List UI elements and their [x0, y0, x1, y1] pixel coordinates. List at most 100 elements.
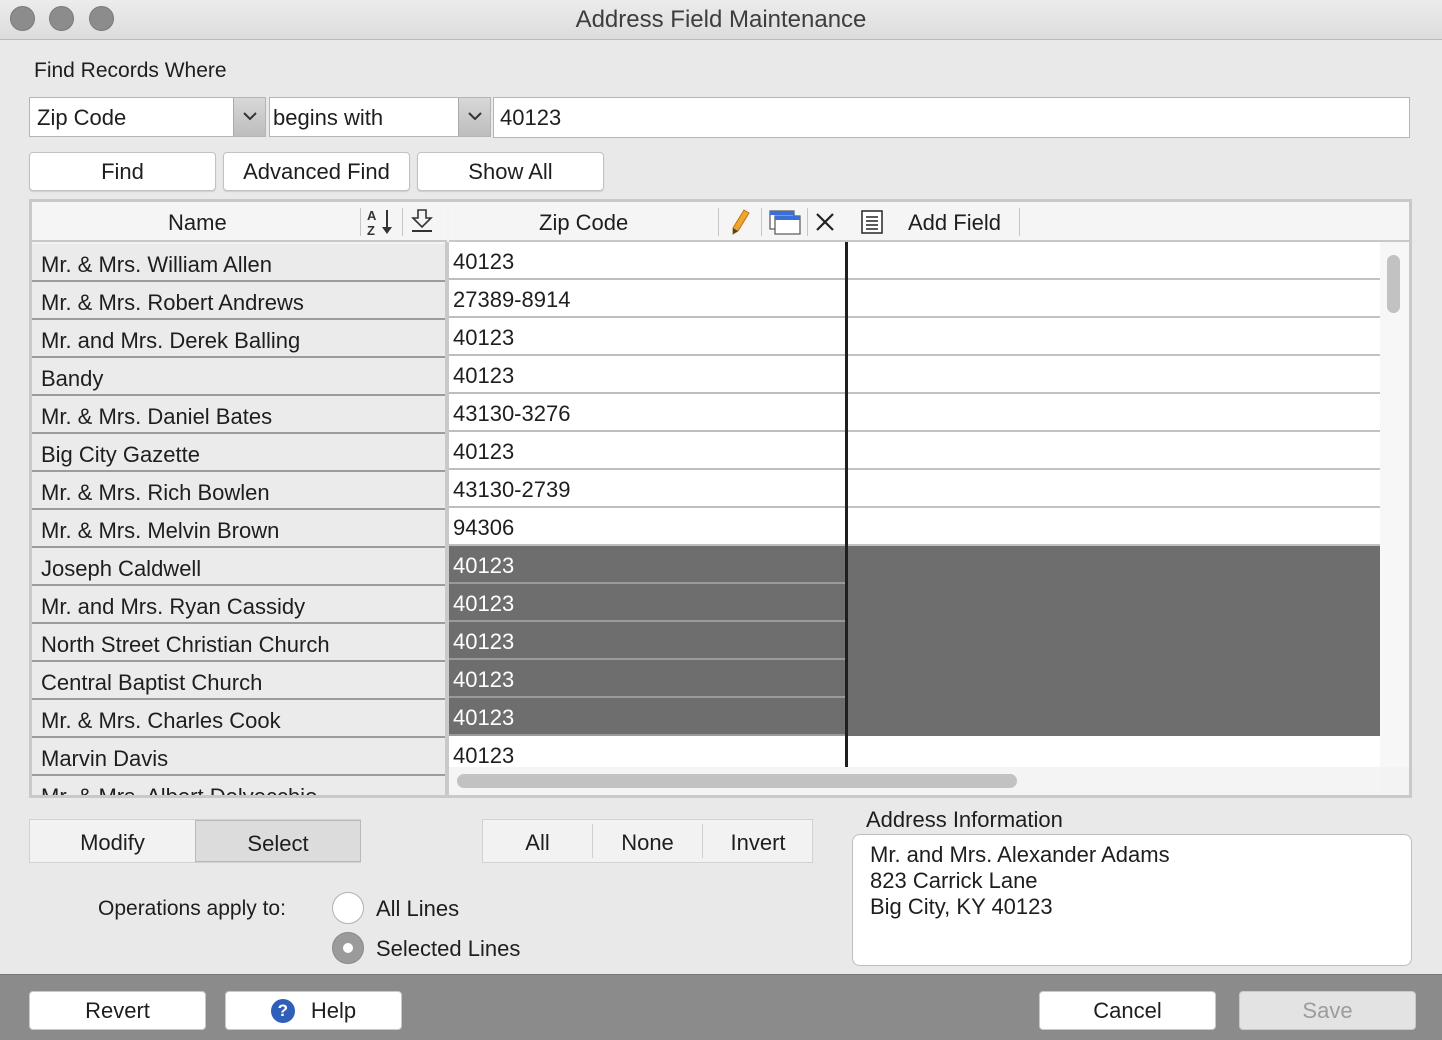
table-row-name-cell[interactable]: Mr. & Mrs. William Allen: [32, 244, 445, 282]
address-information-box: Mr. and Mrs. Alexander Adams 823 Carrick…: [852, 834, 1412, 966]
table-row-add-field-cell[interactable]: [848, 622, 1380, 660]
table-row-name-cell[interactable]: Joseph Caldwell: [32, 548, 445, 586]
find-button[interactable]: Find: [29, 152, 216, 191]
table-row-add-field-cell[interactable]: [848, 698, 1380, 736]
table-row-zip-cell[interactable]: 40123: [449, 660, 847, 698]
table-row-zip-cell[interactable]: 40123: [449, 584, 847, 622]
table-row-add-field-cell[interactable]: [848, 356, 1380, 394]
window-icon[interactable]: [768, 208, 802, 242]
table-row-name-cell[interactable]: North Street Christian Church: [32, 624, 445, 662]
table-row-zip-cell[interactable]: 94306: [449, 508, 847, 546]
select-mode-button[interactable]: Select: [195, 820, 361, 862]
table-row-add-field-cell[interactable]: [848, 318, 1380, 356]
table-row-name-cell[interactable]: Mr. & Mrs. Albert Delvecchio: [32, 776, 445, 795]
selected-lines-label[interactable]: Selected Lines: [376, 936, 520, 962]
table-row-name-cell[interactable]: Big City Gazette: [32, 434, 445, 472]
field-select-value: Zip Code: [37, 105, 127, 130]
records-grid: Name A Z Zip Code Add Field Mr. & Mrs. W…: [29, 199, 1412, 798]
table-row-add-field-cell[interactable]: [848, 432, 1380, 470]
table-row-name-cell[interactable]: Mr. and Mrs. Ryan Cassidy: [32, 586, 445, 624]
table-row-name-cell[interactable]: Mr. & Mrs. Melvin Brown: [32, 510, 445, 548]
horizontal-scroll-thumb[interactable]: [457, 774, 1017, 788]
header-divider: [360, 208, 361, 236]
advanced-find-button[interactable]: Advanced Find: [223, 152, 410, 191]
help-button[interactable]: ? Help: [225, 991, 402, 1030]
table-row-add-field-cell[interactable]: [848, 584, 1380, 622]
table-row-name-cell[interactable]: Marvin Davis: [32, 738, 445, 776]
invert-selection-button[interactable]: Invert: [703, 820, 813, 862]
search-value-input[interactable]: [493, 97, 1410, 138]
column-header-name[interactable]: Name A Z: [32, 202, 447, 242]
column-header-name-label: Name: [168, 210, 227, 235]
footer-bar: Revert ? Help Cancel Save: [0, 974, 1442, 1040]
table-row-zip-cell[interactable]: 40123: [449, 432, 847, 470]
chevron-down-icon[interactable]: [233, 98, 265, 136]
all-lines-label[interactable]: All Lines: [376, 896, 459, 922]
field-select[interactable]: Zip Code: [29, 97, 266, 137]
help-icon: ?: [270, 999, 295, 1023]
table-row-zip-cell[interactable]: 40123: [449, 318, 847, 356]
table-row-name-cell[interactable]: Mr. & Mrs. Daniel Bates: [32, 396, 445, 434]
select-all-button[interactable]: All: [483, 820, 592, 862]
table-row-zip-cell[interactable]: 40123: [449, 546, 847, 584]
svg-text:Z: Z: [367, 223, 375, 237]
window-title: Address Field Maintenance: [575, 6, 867, 33]
chevron-down-icon[interactable]: [458, 98, 490, 136]
table-row-name-cell[interactable]: Mr. & Mrs. Rich Bowlen: [32, 472, 445, 510]
table-row-add-field-cell[interactable]: [848, 470, 1380, 508]
select-none-button[interactable]: None: [593, 820, 702, 862]
column-header-zip[interactable]: Zip Code: [449, 202, 847, 242]
list-icon[interactable]: [859, 209, 885, 241]
operations-label: Operations apply to:: [98, 897, 286, 920]
add-field-column: [848, 242, 1380, 774]
horizontal-scrollbar[interactable]: [449, 767, 1380, 795]
table-row-zip-cell[interactable]: 40123: [449, 356, 847, 394]
selected-lines-radio[interactable]: [332, 932, 364, 964]
address-line: Big City, KY 40123: [870, 894, 1053, 919]
table-row-name-cell[interactable]: Central Baptist Church: [32, 662, 445, 700]
table-row-name-cell[interactable]: Bandy: [32, 358, 445, 396]
operator-select[interactable]: begins with: [269, 97, 491, 137]
selection-segmented-control: All None Invert: [482, 819, 813, 863]
pencil-icon[interactable]: [729, 208, 753, 242]
table-row-name-cell[interactable]: Mr. & Mrs. Charles Cook: [32, 700, 445, 738]
column-header-add-field[interactable]: Add Field: [847, 202, 1409, 242]
table-row-add-field-cell[interactable]: [848, 280, 1380, 318]
table-row-add-field-cell[interactable]: [848, 660, 1380, 698]
help-button-label: Help: [310, 998, 357, 1023]
table-row-zip-cell[interactable]: 40123: [449, 242, 847, 280]
table-row-zip-cell[interactable]: 40123: [449, 698, 847, 736]
revert-button[interactable]: Revert: [29, 991, 206, 1030]
vertical-scrollbar[interactable]: [1380, 242, 1409, 767]
table-row-zip-cell[interactable]: 27389-8914: [449, 280, 847, 318]
find-label: Find Records Where: [34, 59, 227, 82]
table-row-name-cell[interactable]: Mr. and Mrs. Derek Balling: [32, 320, 445, 358]
operator-select-value: begins with: [273, 105, 384, 130]
table-row-zip-cell[interactable]: 43130-3276: [449, 394, 847, 432]
address-line: Mr. and Mrs. Alexander Adams: [870, 842, 1170, 867]
header-divider: [807, 208, 808, 236]
close-icon[interactable]: [814, 211, 836, 239]
add-field-label: Add Field: [908, 210, 1001, 235]
table-row-add-field-cell[interactable]: [848, 508, 1380, 546]
header-divider: [761, 208, 762, 236]
table-row-zip-cell[interactable]: 43130-2739: [449, 470, 847, 508]
table-row-add-field-cell[interactable]: [848, 394, 1380, 432]
table-row-name-cell[interactable]: Mr. & Mrs. Robert Andrews: [32, 282, 445, 320]
import-icon[interactable]: [409, 208, 435, 240]
title-bar: Address Field Maintenance: [0, 0, 1442, 40]
table-row-add-field-cell[interactable]: [848, 242, 1380, 280]
cancel-button[interactable]: Cancel: [1039, 991, 1216, 1030]
table-row-zip-cell[interactable]: 40123: [449, 622, 847, 660]
modify-mode-button[interactable]: Modify: [30, 820, 195, 862]
all-lines-radio[interactable]: [332, 892, 364, 924]
vertical-scroll-thumb[interactable]: [1387, 255, 1400, 313]
column-header-zip-label: Zip Code: [539, 210, 629, 235]
sort-az-icon[interactable]: A Z: [365, 207, 399, 243]
table-row-add-field-cell[interactable]: [848, 546, 1380, 584]
svg-text:A: A: [367, 208, 377, 223]
show-all-button[interactable]: Show All: [417, 152, 604, 191]
save-button[interactable]: Save: [1239, 991, 1416, 1030]
header-divider: [402, 208, 403, 236]
header-divider: [718, 208, 719, 236]
